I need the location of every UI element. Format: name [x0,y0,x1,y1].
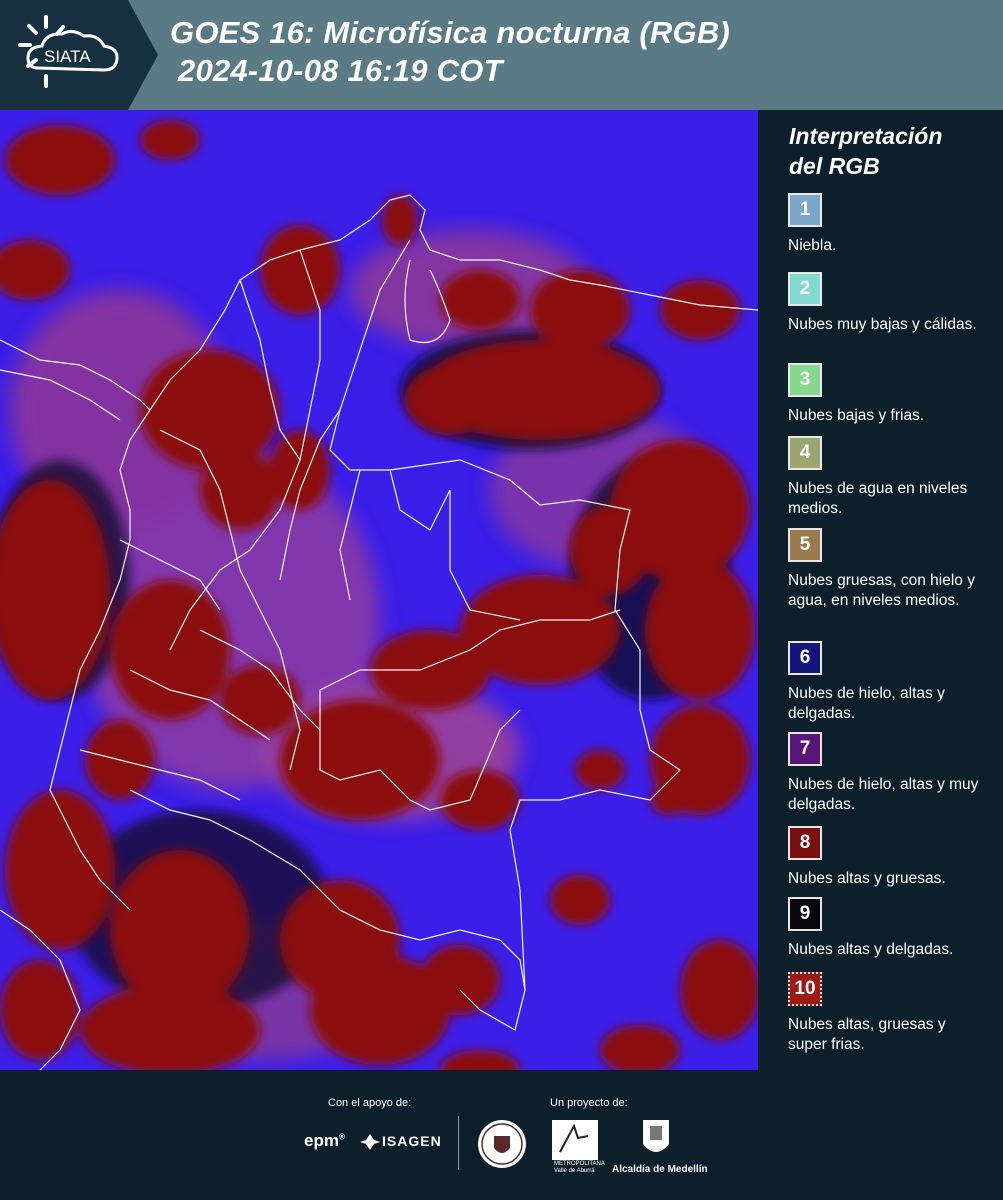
alcaldia-medellin-logo: Alcaldía de Medellín [612,1164,708,1175]
legend-swatch-5: 5 [788,528,822,562]
footer-divider [458,1116,459,1170]
legend-item-10: 10 Nubes altas, gruesas y super frias. [788,972,988,1055]
header-bar: SIATA GOES 16: Microfísica nocturna (RGB… [0,0,1003,110]
project-label: Un proyecto de: [550,1097,628,1109]
legend-title: Interpretación del RGB [789,121,989,181]
legend-label-10: Nubes altas, gruesas y super frias. [788,1016,946,1053]
medellin-seal-icon [478,1120,526,1168]
legend-item-7: 7 Nubes de hielo, altas y muy delgadas. [788,732,988,815]
legend-title-line-1: Interpretación [789,123,943,149]
alcaldia-shield-icon [643,1120,669,1152]
legend-label-2: Nubes muy bajas y cálidas. [788,316,977,333]
legend-title-line-2: del RGB [789,153,880,179]
support-label: Con el apoyo de: [328,1097,412,1109]
legend-label-4: Nubes de agua en niveles medios. [788,480,968,517]
logo-text: SIATA [44,47,91,66]
legend-label-3: Nubes bajas y frias. [788,407,925,424]
footer: Con el apoyo de: Un proyecto de: epm® IS… [0,1070,1003,1200]
legend-item-8: 8 Nubes altas y gruesas. [788,826,988,889]
legend-label-9: Nubes altas y delgadas. [788,941,954,958]
legend-item-1: 1 Niebla. [788,193,988,256]
legend-swatch-1: 1 [788,193,822,227]
title-line-1: GOES 16: Microfísica nocturna (RGB) [170,15,730,50]
satellite-map[interactable] [0,110,760,1090]
isagen-icon [360,1134,380,1150]
title-line-2: 2024-10-08 16:19 COT [178,53,503,88]
area-metropolitana-logo: METROPOLITANA Valle de Aburrá [554,1161,605,1174]
legend-swatch-9: 9 [788,897,822,931]
page-title: GOES 16: Microfísica nocturna (RGB) 2024… [170,14,730,90]
legend-swatch-7: 7 [788,732,822,766]
legend-swatch-8: 8 [788,826,822,860]
legend-label-6: Nubes de hielo, altas y delgadas. [788,685,945,722]
isagen-logo: ISAGEN [382,1133,442,1149]
legend-swatch-3: 3 [788,363,822,397]
legend-label-8: Nubes altas y gruesas. [788,870,946,887]
legend-item-3: 3 Nubes bajas y frias. [788,363,988,426]
legend-item-5: 5 Nubes gruesas, con hielo y agua, en ni… [788,528,988,611]
epm-logo: epm® [304,1131,345,1150]
satellite-rgb-map [0,110,760,1090]
legend-swatch-6: 6 [788,641,822,675]
area-metropolitana-icon [552,1120,598,1160]
legend-panel: Interpretación del RGB 1 Niebla. 2 Nubes… [776,110,996,1070]
legend-swatch-4: 4 [788,436,822,470]
legend-item-6: 6 Nubes de hielo, altas y delgadas. [788,641,988,724]
legend-label-5: Nubes gruesas, con hielo y agua, en nive… [788,572,975,609]
legend-item-9: 9 Nubes altas y delgadas. [788,897,988,960]
legend-item-4: 4 Nubes de agua en niveles medios. [788,436,988,519]
legend-swatch-10: 10 [788,972,822,1006]
legend-swatch-2: 2 [788,272,822,306]
legend-label-1: Niebla. [788,237,837,254]
legend-label-7: Nubes de hielo, altas y muy delgadas. [788,776,979,813]
legend-item-2: 2 Nubes muy bajas y cálidas. [788,272,988,335]
siata-logo: SIATA [0,0,158,110]
